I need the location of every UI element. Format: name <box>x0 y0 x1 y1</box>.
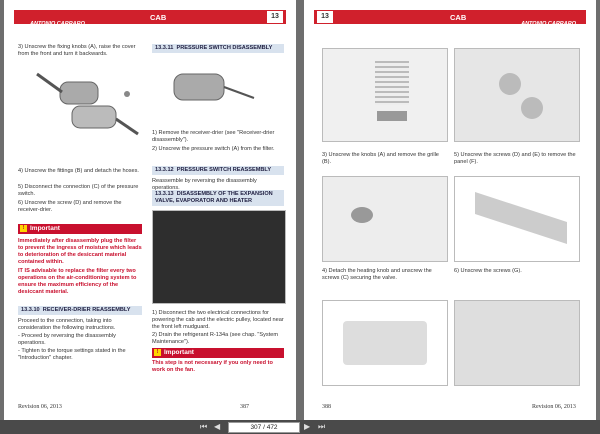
page-header: ANTONIO CARRARO CAB 13 <box>14 10 286 27</box>
important-banner-2: ! Important <box>152 348 284 358</box>
evaporator-photo <box>152 210 286 304</box>
cover-diagram <box>322 300 448 386</box>
page-indicator[interactable]: 307 / 472 <box>228 422 300 433</box>
right-step-4: 4) Detach the heating knob and unscrew t… <box>322 268 432 281</box>
brand-logo: ANTONIO CARRARO <box>521 21 576 27</box>
page-number: 387 <box>240 404 249 410</box>
page-right: 13 CAB ANTONIO CARRARO 3) Unscrew the kn… <box>304 0 596 420</box>
section-13-3-11: 13.3.11 PRESSURE SWITCH DISASSEMBLY <box>152 44 284 53</box>
section-13-3-10: 13.3.10 RECEIVER-DRIER REASSEMBLY <box>18 306 142 315</box>
chapter-number: 13 <box>266 10 284 24</box>
s1310-bullet-1: - Proceed by reversing the disassembly o… <box>18 333 116 346</box>
page-header: 13 CAB ANTONIO CARRARO <box>314 10 586 27</box>
s1313-step-2: 2) Drain the refrigerant R-134a (see cha… <box>152 332 279 345</box>
important-text-2: IT IS advisable to replace the filter ev… <box>18 268 137 295</box>
section-13-3-12: 13.3.12 PRESSURE SWITCH REASSEMBLY <box>152 166 284 175</box>
section-title: CAB <box>450 13 467 22</box>
screws-photo <box>454 300 580 386</box>
page-number: 388 <box>322 404 331 410</box>
next-page-icon[interactable]: ▶ <box>304 422 310 432</box>
step-4: 4) Unscrew the fittings (B) and detach t… <box>18 168 139 174</box>
right-step-5: 5) Unscrew the screws (D) and (E) to rem… <box>454 152 576 165</box>
step-3: 3) Unscrew the fixing knobs (A), raise t… <box>18 44 136 57</box>
tray-diagram <box>454 176 580 262</box>
important-text: Immediately after disassembly plug the f… <box>18 238 142 265</box>
right-step-3: 3) Unscrew the knobs (A) and remove the … <box>322 152 439 165</box>
brand-logo: ANTONIO CARRARO <box>30 21 85 27</box>
revision-footer: Revision 06, 2013 <box>18 404 62 410</box>
step-6: 6) Unscrew the screw (D) and remove the … <box>18 200 122 213</box>
chapter-number: 13 <box>316 10 334 24</box>
first-page-icon[interactable]: ⏮ <box>200 422 207 432</box>
grille-photo <box>322 48 448 142</box>
section-13-3-13: 13.3.13 DISASSEMBLY OF THE EXPANSION VAL… <box>152 190 284 206</box>
s1310-bullet-2: - Tighten to the torque settings stated … <box>18 348 126 361</box>
important-banner: ! Important <box>18 224 142 234</box>
right-step-6: 6) Unscrew the screws (G). <box>454 268 522 274</box>
prev-page-icon[interactable]: ◀ <box>214 422 220 432</box>
last-page-icon[interactable]: ⏭ <box>318 422 325 432</box>
s1313-step-1: 1) Disconnect the two electrical connect… <box>152 310 284 330</box>
s1311-step-1: 1) Remove the receiver-drier (see "Recei… <box>152 130 275 143</box>
s1310-paragraph: Proceed to the connection, taking into c… <box>18 318 116 331</box>
page-left: ANTONIO CARRARO CAB 13 3) Unscrew the fi… <box>4 0 296 420</box>
receiver-drier-diagram <box>32 64 142 154</box>
step-5: 5) Disconnect the connection (C) of the … <box>18 184 139 197</box>
warning-icon: ! <box>20 225 27 232</box>
warning-icon: ! <box>154 349 161 356</box>
revision-footer: Revision 06, 2013 <box>532 404 576 410</box>
pdf-toolbar: ⏮ ◀ 307 / 472 ▶ ⏭ <box>0 420 600 434</box>
panel-photo <box>454 48 580 142</box>
important-text-3: This step is not necessary if you only n… <box>152 360 273 373</box>
pressure-switch-diagram <box>164 60 264 120</box>
valve-photo <box>322 176 448 262</box>
s1311-step-2: 2) Unscrew the pressure switch (A) from … <box>152 146 275 152</box>
section-title: CAB <box>150 13 167 22</box>
